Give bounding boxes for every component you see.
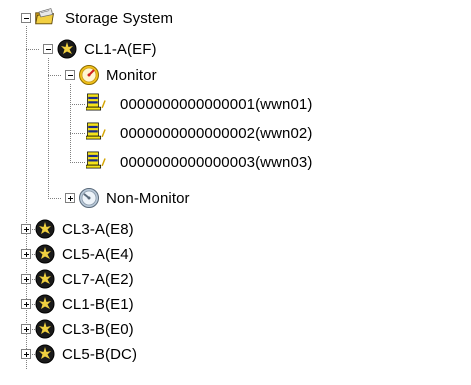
port-label[interactable]: CL3-B(E0) (62, 321, 134, 339)
wwn-label[interactable]: 0000000000000003(wwn03) (120, 154, 312, 172)
host-wwn-icon (86, 93, 106, 111)
port-icon (35, 244, 55, 264)
port-expand-toggle[interactable] (21, 249, 31, 259)
port-label[interactable]: CL1-B(E1) (62, 296, 134, 314)
host-wwn-icon (86, 122, 106, 140)
port-expand-toggle[interactable] (21, 299, 31, 309)
storage-system-folder-icon (35, 8, 54, 25)
non-monitor-gauge-icon (79, 188, 99, 208)
port-icon (35, 269, 55, 289)
non-monitor-expand-toggle[interactable] (65, 193, 75, 203)
port-expand-toggle[interactable] (21, 224, 31, 234)
port-expand-toggle[interactable] (21, 324, 31, 334)
non-monitor-label[interactable]: Non-Monitor (106, 190, 190, 208)
host-wwn-icon (86, 151, 106, 169)
monitor-gauge-icon (79, 65, 99, 85)
port-icon (35, 344, 55, 364)
port-label[interactable]: CL1-A(EF) (84, 41, 157, 59)
port-label[interactable]: CL5-B(DC) (62, 346, 137, 364)
port-expand-toggle[interactable] (21, 349, 31, 359)
root-label[interactable]: Storage System (65, 10, 173, 28)
wwn-label[interactable]: 0000000000000002(wwn02) (120, 125, 312, 143)
port-label[interactable]: CL7-A(E2) (62, 271, 134, 289)
port-icon (57, 39, 77, 59)
port-label[interactable]: CL5-A(E4) (62, 246, 134, 264)
port-label[interactable]: CL3-A(E8) (62, 221, 134, 239)
port-collapse-toggle[interactable] (43, 44, 53, 54)
monitoring-tree: Storage System CL1-A(EF) Monitor 0000000… (0, 0, 471, 385)
port-icon (35, 294, 55, 314)
wwn-label[interactable]: 0000000000000001(wwn01) (120, 96, 312, 114)
port-expand-toggle[interactable] (21, 274, 31, 284)
monitor-label[interactable]: Monitor (106, 67, 157, 85)
monitor-collapse-toggle[interactable] (65, 70, 75, 80)
port-icon (35, 219, 55, 239)
port-icon (35, 319, 55, 339)
root-collapse-toggle[interactable] (21, 13, 31, 23)
